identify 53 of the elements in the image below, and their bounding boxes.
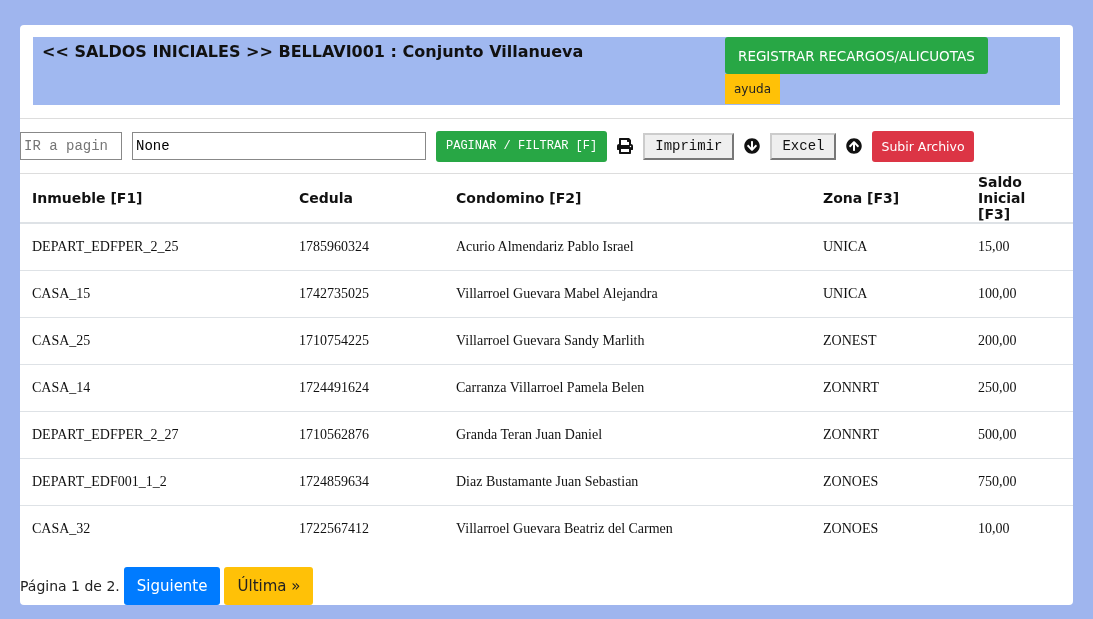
table-cell: 1724491624 [287, 364, 444, 412]
upload-icon [846, 138, 863, 154]
table-cell: CASA_15 [20, 270, 287, 318]
column-header[interactable]: Zona [F3] [811, 174, 966, 223]
page-input[interactable]: IR a pagin [20, 132, 122, 160]
table-cell: Granda Teran Juan Daniel [444, 411, 811, 459]
printer-icon [617, 138, 634, 154]
table-cell: CASA_25 [20, 317, 287, 365]
table-cell: 1785960324 [287, 223, 444, 271]
table-cell: 500,00 [966, 411, 1073, 459]
table-cell: 250,00 [966, 364, 1073, 412]
last-button[interactable]: Última » [224, 567, 314, 605]
table-cell: ZONOES [811, 458, 966, 506]
table-cell: Villarroel Guevara Sandy Marlith [444, 317, 811, 365]
table-cell: DEPART_EDFPER_2_25 [20, 223, 287, 271]
table-cell: 10,00 [966, 505, 1073, 552]
table-cell: ZONOES [811, 505, 966, 552]
table-cell: ZONNRT [811, 364, 966, 412]
table-cell: 1724859634 [287, 458, 444, 506]
table-cell: 1710562876 [287, 411, 444, 459]
table-cell: 1710754225 [287, 317, 444, 365]
column-header[interactable]: Saldo Inicial [F3] [966, 174, 1073, 223]
download-icon [744, 138, 761, 154]
column-header[interactable]: Inmueble [F1] [20, 174, 287, 223]
table-cell: 200,00 [966, 317, 1073, 365]
table-cell: Diaz Bustamante Juan Sebastian [444, 458, 811, 506]
table-cell: DEPART_EDF001_1_2 [20, 458, 287, 506]
table-cell: Villarroel Guevara Mabel Alejandra [444, 270, 811, 318]
next-button[interactable]: Siguiente [123, 567, 221, 605]
table-cell: DEPART_EDFPER_2_27 [20, 411, 287, 459]
table-cell: CASA_14 [20, 364, 287, 412]
print-button[interactable]: Imprimir [643, 132, 735, 160]
table-cell: 1722567412 [287, 505, 444, 552]
table-cell: 15,00 [966, 223, 1073, 271]
table-cell: UNICA [811, 223, 966, 271]
table-cell: ZONNRT [811, 411, 966, 459]
table-cell: 100,00 [966, 270, 1073, 318]
table-cell: 750,00 [966, 458, 1073, 506]
table-cell: Carranza Villarroel Pamela Belen [444, 364, 811, 412]
excel-button[interactable]: Excel [770, 132, 837, 160]
column-header[interactable]: Condomino [F2] [444, 174, 811, 223]
page-info: Página 1 de 2. [20, 578, 120, 594]
table-cell: CASA_32 [20, 505, 287, 552]
table-cell: 1742735025 [287, 270, 444, 318]
table-cell: Acurio Almendariz Pablo Israel [444, 223, 811, 271]
table-cell: ZONEST [811, 317, 966, 365]
filter-input[interactable]: None [132, 132, 426, 160]
upload-button[interactable]: Subir Archivo [872, 130, 974, 162]
table-cell: Villarroel Guevara Beatriz del Carmen [444, 505, 811, 552]
table-cell: UNICA [811, 270, 966, 318]
column-header[interactable]: Cedula [287, 174, 444, 223]
help-button[interactable]: ayuda [725, 74, 781, 104]
page-title: << SALDOS INICIALES >> BELLAVI001 : Conjunto Villanueva [42, 42, 584, 63]
